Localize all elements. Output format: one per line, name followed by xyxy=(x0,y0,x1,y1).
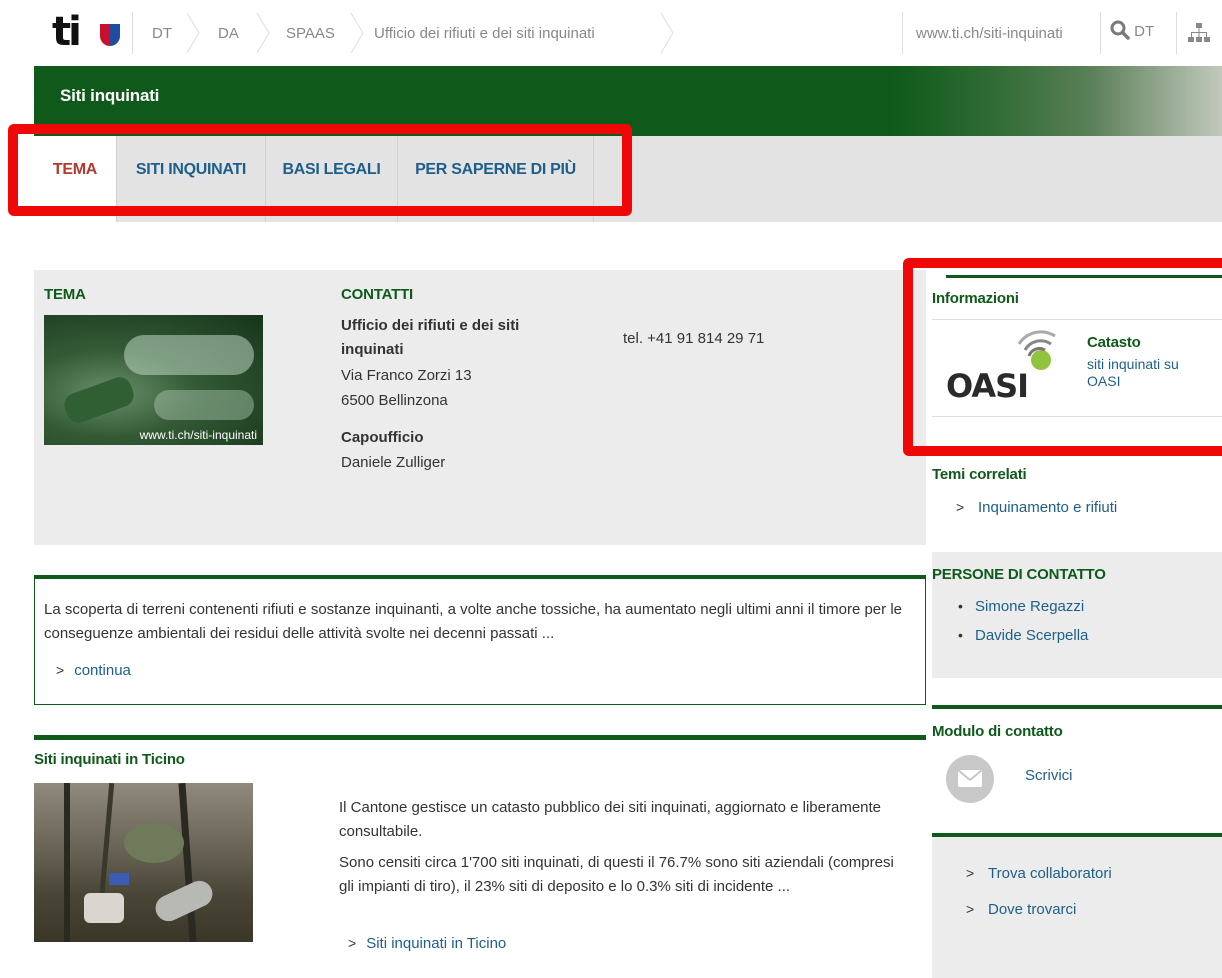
banner-image xyxy=(892,66,1222,136)
temi-correlati-heading: Temi correlati xyxy=(932,466,1027,483)
ticino-image[interactable] xyxy=(34,783,253,942)
section-divider xyxy=(34,735,926,740)
chevron-right-icon xyxy=(660,12,674,54)
divider xyxy=(902,12,903,54)
tema-image[interactable]: www.ti.ch/siti-inquinati xyxy=(44,315,263,445)
divider xyxy=(1176,12,1177,54)
chevron-right-icon xyxy=(256,12,270,54)
site-link[interactable]: www.ti.ch/siti-inquinati xyxy=(916,24,1063,44)
search-label: DT xyxy=(1134,23,1155,40)
dove-trovarci-link[interactable]: Dove trovarci xyxy=(988,900,1076,920)
temi-link-inquinamento[interactable]: Inquinamento e rifiuti xyxy=(978,498,1117,518)
modulo-heading: Modulo di contatto xyxy=(932,723,1063,740)
ticino-heading: Siti inquinati in Ticino xyxy=(34,751,185,768)
scrivici-link[interactable]: Scrivici xyxy=(1025,766,1073,786)
persona-link-2[interactable]: Davide Scerpella xyxy=(975,626,1088,646)
phone-number: tel. +41 91 814 29 71 xyxy=(623,330,765,347)
address-city: 6500 Bellinzona xyxy=(341,392,448,409)
chevron-right-icon: > xyxy=(56,662,65,678)
ticino-paragraph-1: Il Cantone gestisce un catasto pubblico … xyxy=(339,799,882,840)
bullet-icon: • xyxy=(958,627,963,643)
chevron-right-icon: > xyxy=(966,865,975,881)
ticino-logo[interactable]: ti xyxy=(52,10,122,54)
breadcrumb-da[interactable]: DA xyxy=(218,24,239,44)
chevron-right-icon: > xyxy=(956,499,965,515)
divider xyxy=(132,12,133,54)
chevron-right-icon xyxy=(186,12,200,54)
trova-collaboratori-link[interactable]: Trova collaboratori xyxy=(988,864,1112,884)
continua-link[interactable]: > continua xyxy=(56,658,131,683)
page-title: Siti inquinati xyxy=(60,86,160,105)
address-street: Via Franco Zorzi 13 xyxy=(341,367,472,384)
persone-heading: PERSONE DI CONTATTO xyxy=(932,566,1106,583)
intro-text: La scoperta di terreni contenenti rifiut… xyxy=(44,601,902,642)
links-panel xyxy=(932,837,1222,978)
continua-label: continua xyxy=(74,662,131,679)
persona-link-1[interactable]: Simone Regazzi xyxy=(975,597,1084,617)
search-icon xyxy=(1110,20,1130,40)
contatti-heading: CONTATTI xyxy=(341,286,413,303)
breadcrumb-dt[interactable]: DT xyxy=(152,24,172,44)
ticino-link[interactable]: > Siti inquinati in Ticino xyxy=(348,931,506,956)
chevron-right-icon: > xyxy=(966,901,975,917)
logo-text: ti xyxy=(52,9,82,55)
breadcrumb-ufficio[interactable]: Ufficio dei rifiuti e dei siti inquinati xyxy=(374,24,595,44)
head-name: Daniele Zulliger xyxy=(341,454,446,471)
highlight-box-info xyxy=(903,258,1222,456)
ticino-link-label: Siti inquinati in Ticino xyxy=(366,935,507,952)
section-divider xyxy=(932,705,1222,709)
breadcrumb-spaas[interactable]: SPAAS xyxy=(286,24,335,44)
office-name: Ufficio dei rifiuti e dei siti inquinati xyxy=(341,317,520,358)
ticino-paragraph-2: Sono censiti circa 1'700 siti inquinati,… xyxy=(339,854,894,895)
bullet-icon: • xyxy=(958,598,963,614)
canton-shield-icon xyxy=(100,24,120,46)
top-bar: ti DT DA SPAAS Ufficio dei rifiuti e dei… xyxy=(0,0,1222,66)
sitemap-icon[interactable] xyxy=(1188,22,1210,44)
head-title: Capoufficio xyxy=(341,429,424,446)
search-button[interactable]: DT xyxy=(1110,20,1154,44)
tema-heading: TEMA xyxy=(44,286,86,303)
highlight-box-tabs xyxy=(8,124,632,216)
tema-image-caption: www.ti.ch/siti-inquinati xyxy=(139,428,257,442)
chevron-right-icon xyxy=(350,12,364,54)
mail-icon[interactable] xyxy=(946,755,994,803)
chevron-right-icon: > xyxy=(348,935,357,951)
divider xyxy=(1100,12,1101,54)
